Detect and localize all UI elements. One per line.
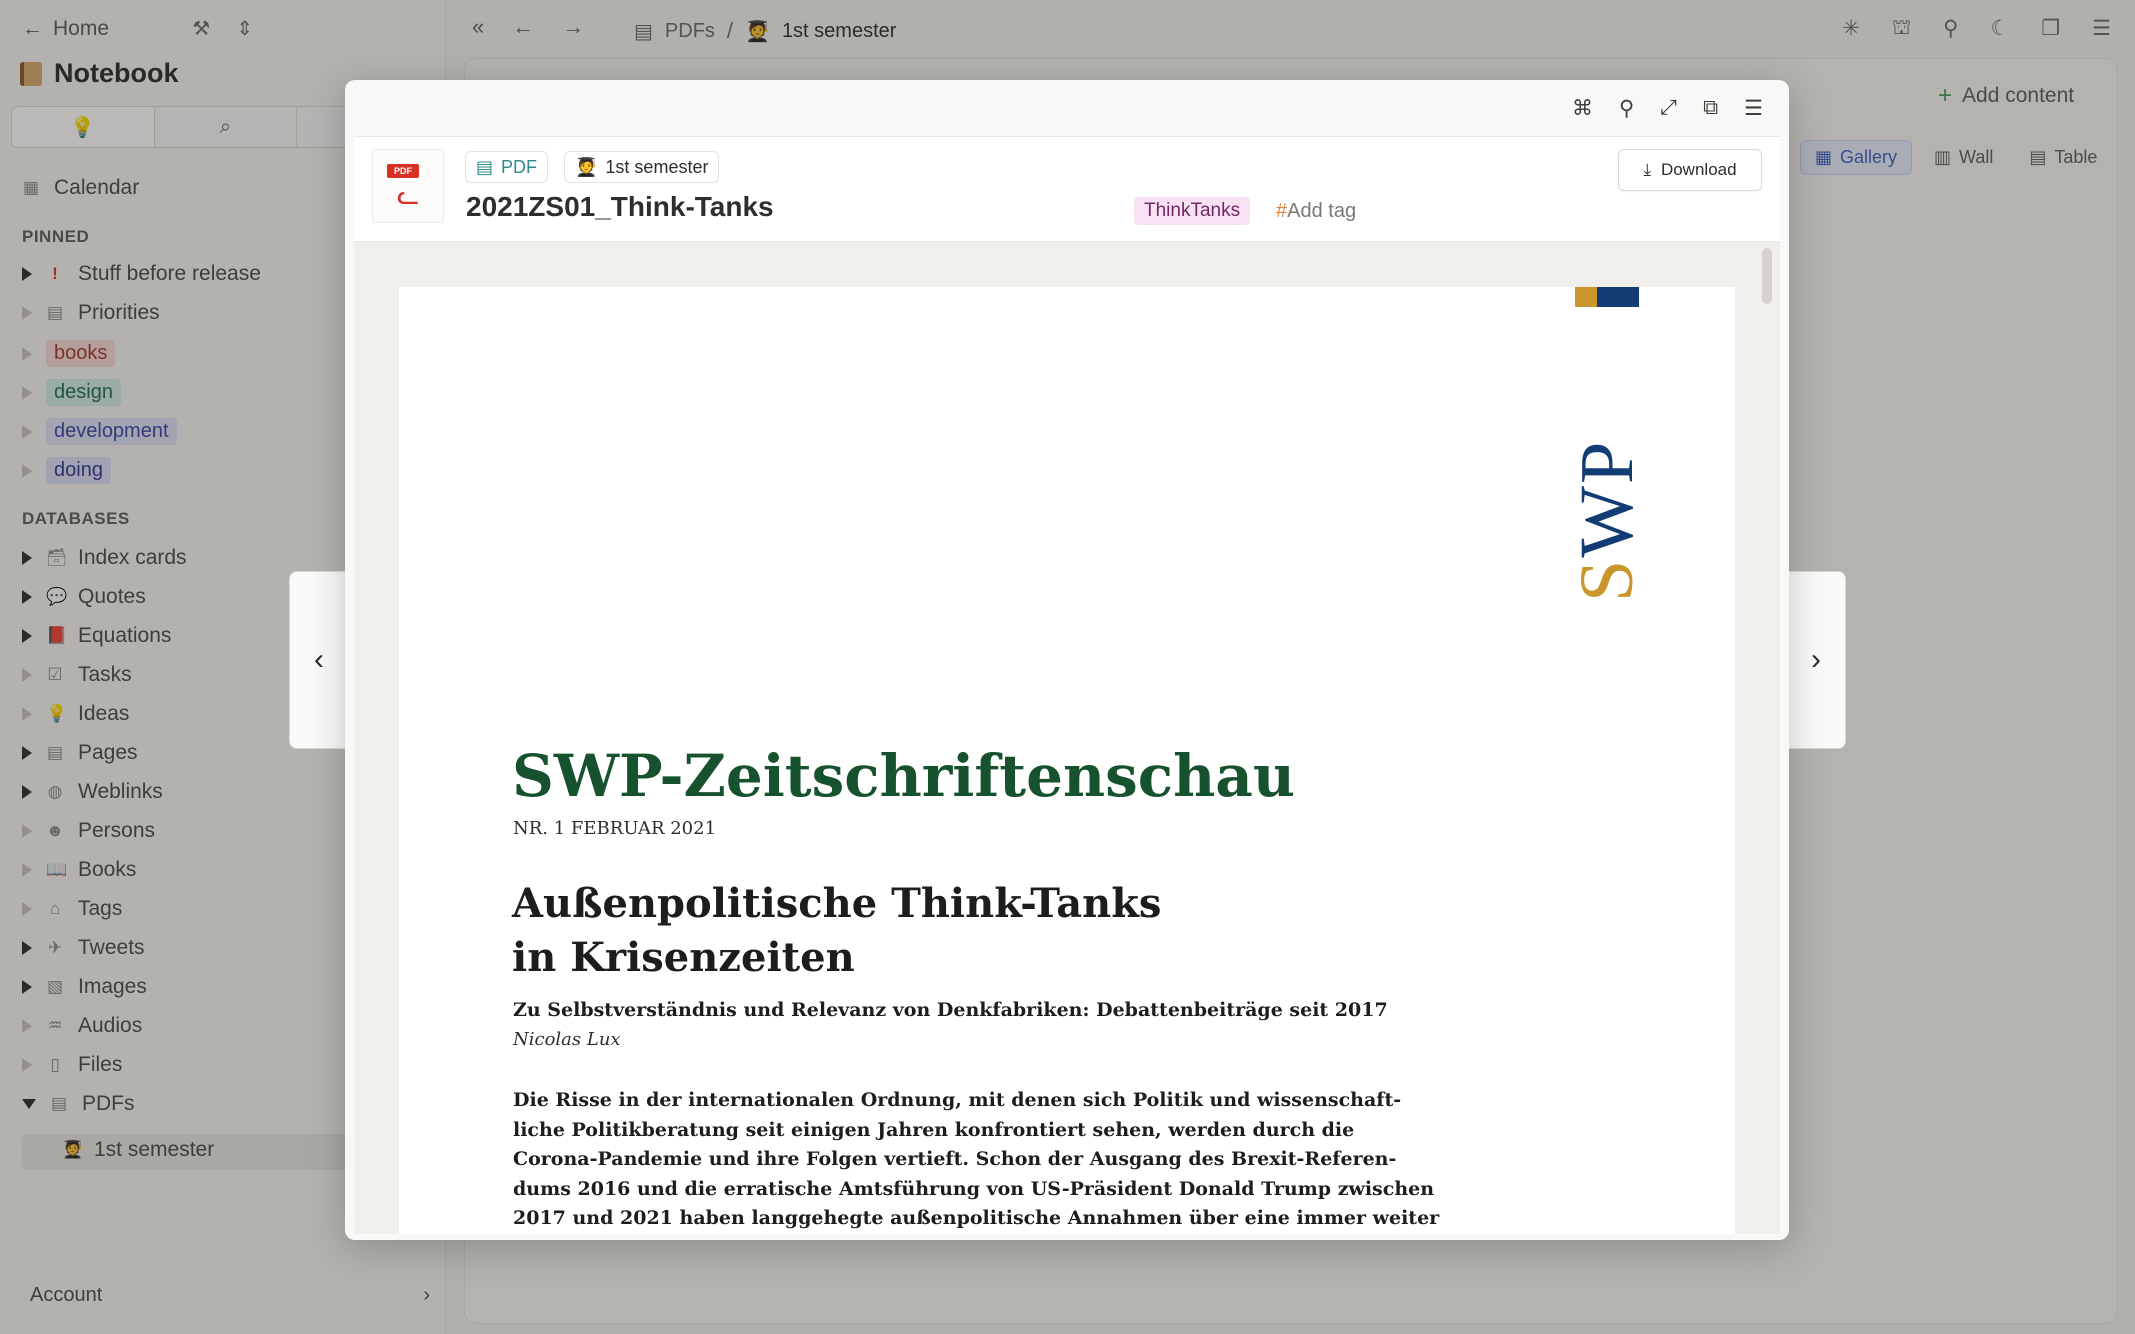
- collection-pill[interactable]: 🧑‍🎓 1st semester: [564, 151, 720, 183]
- chevron-right-icon: ›: [1811, 643, 1821, 676]
- chevron-left-icon: ‹: [314, 643, 324, 676]
- pdf-preview-modal: ⌘ ⚲ ⤢ ⧉ ☰ PDF ᓚ ▤ PDF 🧑‍🎓 1st semester 2…: [345, 80, 1789, 1240]
- next-item-button[interactable]: ›: [1786, 571, 1846, 749]
- tag-thinktanks[interactable]: ThinkTanks: [1134, 197, 1251, 225]
- pdf-body-line: liche Politikberatung seit einigen Jahre…: [513, 1118, 1355, 1141]
- menu-icon[interactable]: ☰: [1744, 96, 1763, 121]
- viewer-scrollbar[interactable]: [1762, 248, 1772, 304]
- download-icon: ⤓: [1643, 160, 1651, 179]
- hash-icon: #: [1276, 200, 1288, 222]
- app-root: ← Home ⚒ ⇕ Notebook 💡 ⌕ ▦ Calendar PINNE…: [0, 0, 2135, 1334]
- document-header: PDF ᓚ ▤ PDF 🧑‍🎓 1st semester 2021ZS01_Th…: [354, 136, 1780, 242]
- pdf-subtitle: Zu Selbstverständnis und Relevanz von De…: [513, 999, 1388, 1021]
- download-label: Download: [1660, 160, 1737, 179]
- pdf-thumbnail: PDF ᓚ: [372, 149, 444, 223]
- add-tag-button[interactable]: #Add tag: [1276, 200, 1356, 223]
- download-button[interactable]: ⤓ Download: [1618, 149, 1762, 191]
- pdf-heading-line: Außenpolitische Think-Tanks: [512, 880, 1162, 927]
- acrobat-icon: ᓚ: [397, 180, 420, 210]
- previous-item-button[interactable]: ‹: [289, 571, 349, 749]
- swp-color-bar: [1575, 287, 1639, 307]
- swp-bar-blue: [1597, 287, 1639, 307]
- swp-logo: SWP: [1565, 439, 1649, 602]
- pdf-issue: NR. 1 FEBRUAR 2021: [513, 818, 717, 839]
- pdf-body-line: Die Risse in der internationalen Ordnung…: [513, 1089, 1402, 1111]
- pdf-author: Nicolas Lux: [513, 1029, 621, 1050]
- pdf-heading-line: in Krisenzeiten: [512, 934, 855, 981]
- pdf-viewer[interactable]: SWP SWP-Zeitschriftenschau NR. 1 FEBRUAR…: [354, 242, 1780, 1234]
- pdf-body-line: 2017 und 2021 haben langgehegte außenpol…: [513, 1207, 1440, 1229]
- type-pill-pdf[interactable]: ▤ PDF: [465, 151, 549, 183]
- open-external-icon[interactable]: ⧉: [1703, 96, 1718, 121]
- type-pill-label: PDF: [501, 156, 538, 177]
- file-icon: ▤: [476, 156, 494, 177]
- command-icon[interactable]: ⌘: [1572, 96, 1593, 121]
- collection-pill-label: 1st semester: [605, 156, 709, 177]
- pdf-body: Die Risse in der internationalen Ordnung…: [513, 1086, 1440, 1234]
- pdf-badge: PDF: [387, 164, 419, 178]
- pdf-page: SWP SWP-Zeitschriftenschau NR. 1 FEBRUAR…: [399, 287, 1735, 1234]
- modal-toolbar: ⌘ ⚲ ⤢ ⧉ ☰: [1572, 96, 1763, 121]
- add-tag-label: Add tag: [1287, 200, 1357, 222]
- pdf-heading: Außenpolitische Think-Tanks in Krisenzei…: [512, 877, 1412, 985]
- pdf-body-line: dums 2016 und die erratische Amtsführung…: [513, 1177, 1435, 1200]
- pdf-title: SWP-Zeitschriftenschau: [512, 742, 1296, 810]
- pdf-body-line: Corona-Pandemie und ihre Folgen vertieft…: [513, 1148, 1397, 1170]
- expand-icon[interactable]: ⤢: [1660, 96, 1677, 121]
- document-title[interactable]: 2021ZS01_Think-Tanks: [466, 191, 774, 223]
- pin-icon[interactable]: ⚲: [1619, 96, 1634, 121]
- student-icon: 🧑‍🎓: [575, 156, 598, 177]
- swp-bar-gold: [1575, 287, 1597, 307]
